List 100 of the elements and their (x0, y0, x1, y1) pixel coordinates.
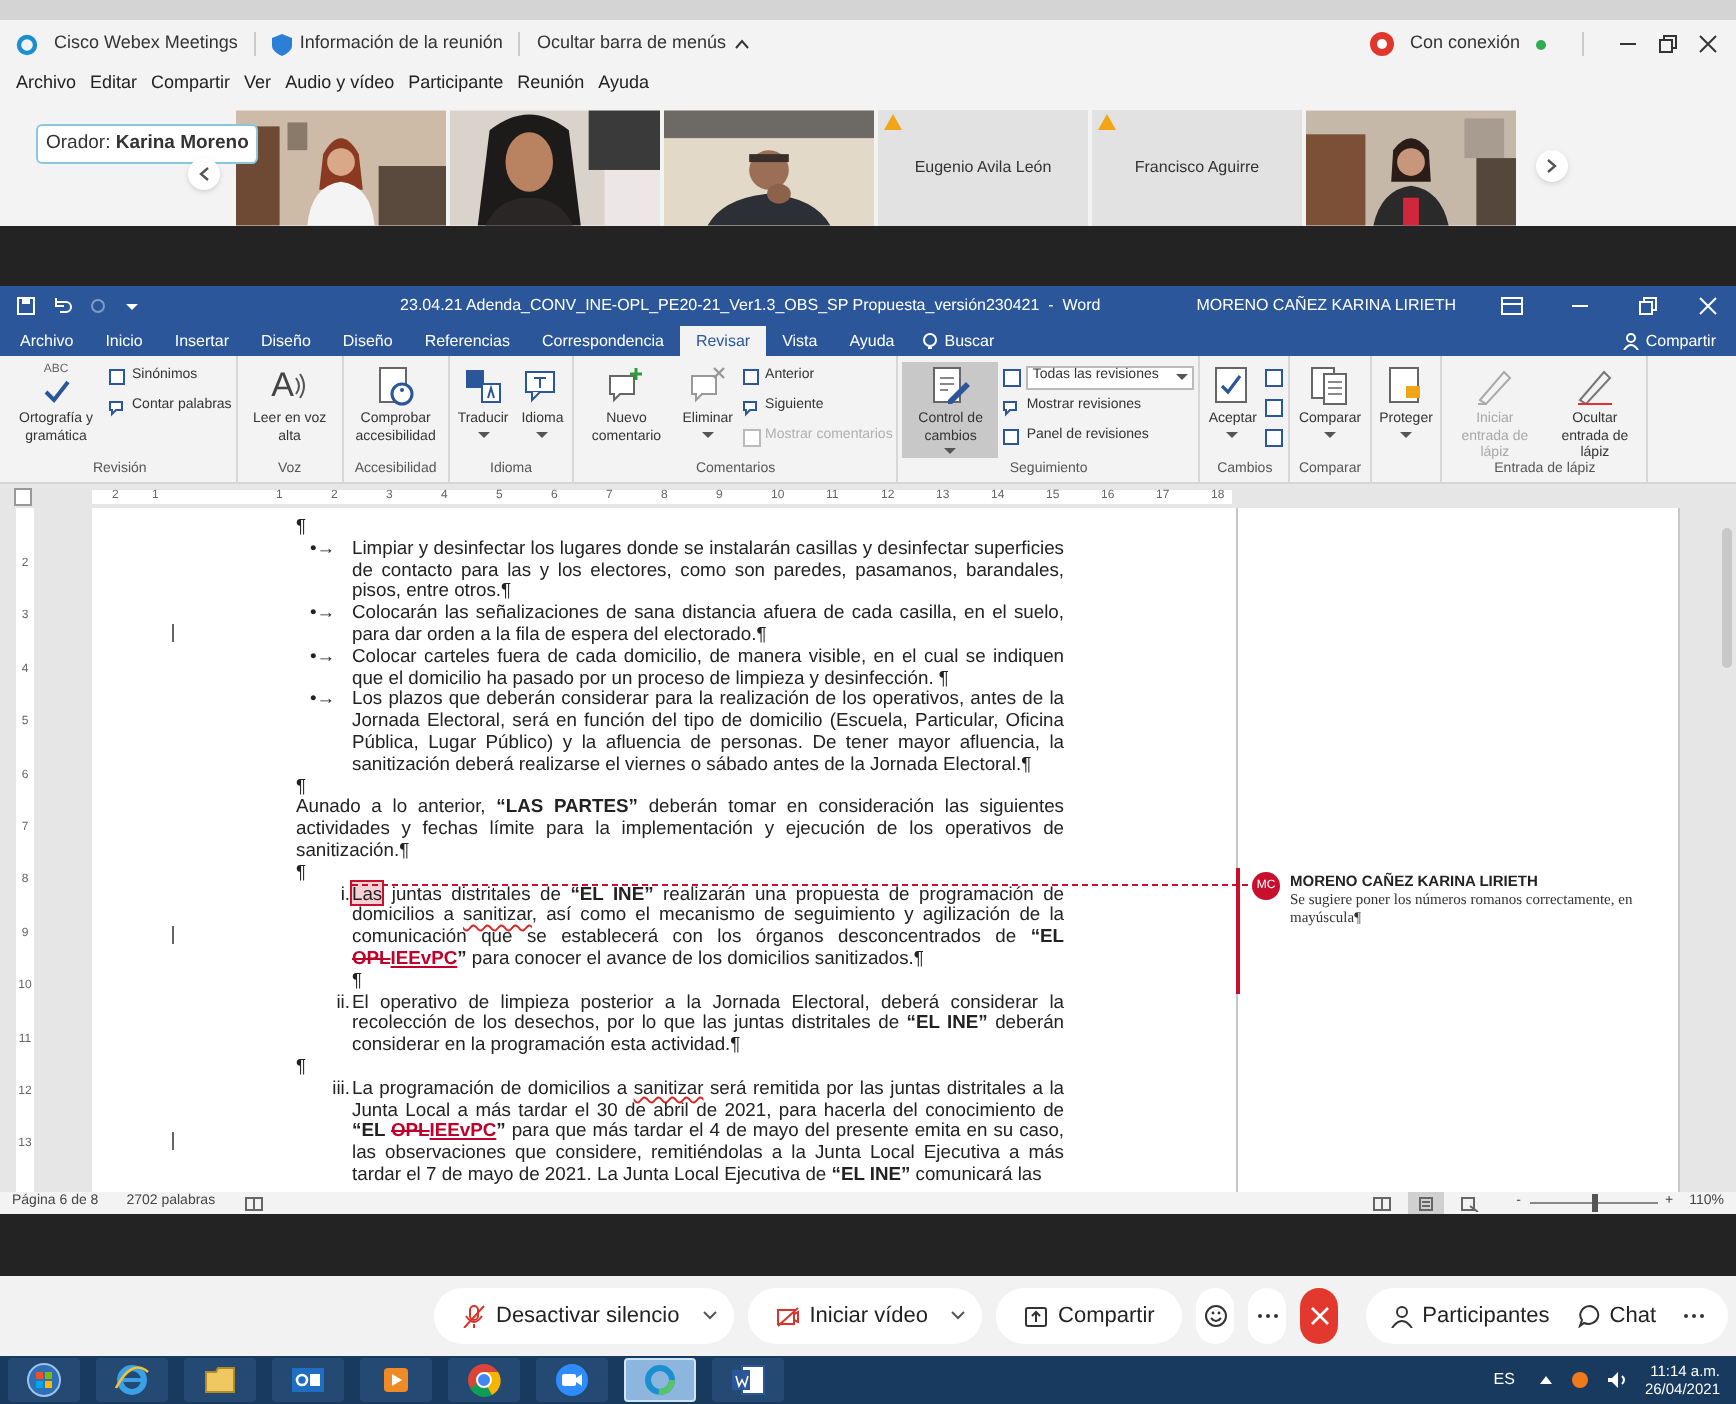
document-app-icon (730, 1362, 766, 1398)
language-indicator[interactable]: ES (1493, 1368, 1515, 1392)
ribbon-tab[interactable]: Referencias (408, 326, 526, 356)
ribbon-tab[interactable]: Vista (766, 326, 834, 356)
connection-status: Con conexión (1409, 30, 1520, 57)
taskbar-button[interactable] (96, 1358, 168, 1402)
undo-icon[interactable] (52, 296, 72, 316)
warning-icon (1098, 114, 1116, 130)
volume-icon[interactable] (1606, 1370, 1629, 1390)
chat-button[interactable]: Chat (1565, 1294, 1669, 1338)
ribbon-tab[interactable]: Ayuda (833, 326, 911, 356)
ribbon-display-icon[interactable] (1500, 296, 1524, 316)
chevron-right-icon (1546, 158, 1558, 174)
caret-icon (1176, 373, 1189, 381)
ribbon-tab[interactable]: Diseño (326, 326, 409, 356)
start-video-button[interactable]: Iniciar vídeo (747, 1288, 983, 1344)
share-button[interactable]: Compartir (1605, 326, 1732, 356)
ribbon-tab[interactable]: Archivo (4, 326, 90, 356)
meeting-info-button[interactable]: Información de la reunión (271, 30, 503, 58)
square-icon (741, 367, 762, 387)
play-icon (378, 1362, 414, 1398)
save-icon[interactable] (16, 296, 36, 316)
menu-item[interactable]: Ver (244, 70, 272, 98)
browser-icon (114, 1362, 150, 1398)
icon-label: A (271, 366, 294, 406)
bullet-mark: •→ (308, 688, 338, 713)
unmute-button[interactable]: Desactivar silencio (434, 1288, 734, 1344)
comment-delete-icon (685, 364, 730, 408)
menu-item[interactable]: Archivo (16, 70, 77, 98)
status-dot (1536, 39, 1546, 49)
ribbon-tab[interactable]: Insertar (158, 326, 245, 356)
ribbon-tab[interactable]: Revisar (679, 326, 767, 356)
close-icon (1309, 1306, 1330, 1326)
reactions-button[interactable] (1196, 1288, 1235, 1344)
share-button[interactable]: Compartir (996, 1288, 1183, 1344)
menu-item[interactable]: Ayuda (598, 70, 650, 98)
square-icon (741, 427, 762, 447)
bullet-mark: •→ (308, 602, 338, 627)
restore-icon[interactable] (1636, 296, 1660, 316)
start-button[interactable] (8, 1358, 80, 1402)
markup-icon (1002, 367, 1023, 387)
caret-icon[interactable] (124, 298, 140, 314)
book-icon[interactable] (243, 1195, 264, 1211)
web-layout-icon (1460, 1195, 1481, 1211)
taskbar-button[interactable] (360, 1358, 432, 1402)
start-orb-icon (26, 1362, 62, 1398)
taskbar-button[interactable] (536, 1358, 608, 1402)
menu-item[interactable]: Audio y vídeo (285, 70, 395, 98)
zoom-thumb[interactable] (1592, 1194, 1599, 1212)
caret-icon (733, 38, 750, 50)
list-item-text: Colocarán las señalizaciones de sana distancia afuera de cada casilla, en el suelo, para dar orden a la fila de espera del electorado.¶ (352, 602, 1064, 646)
accessibility-icon (373, 364, 418, 408)
record-icon (1369, 32, 1394, 56)
menu-item[interactable]: Participante (408, 70, 504, 98)
menu-item[interactable]: Reunión (517, 70, 585, 98)
tray-icon[interactable] (1570, 1370, 1591, 1390)
taskbar-button[interactable] (448, 1358, 520, 1402)
menu-item[interactable]: Compartir (151, 70, 231, 98)
ribbon-tab[interactable]: Inicio (89, 326, 159, 356)
document-pencil-icon (928, 364, 973, 408)
document-icon (1264, 367, 1285, 387)
app-icon (642, 1362, 678, 1398)
list-item-text: Colocar carteles fuera de cada domicilio, de manera visible, en el cual se indiquen que el domicilio ha pasado por un proceso de limpieza y desinfección. ¶ (352, 645, 1064, 689)
ribbon-tab[interactable]: Diseño (245, 326, 327, 356)
previous-button[interactable] (188, 158, 220, 191)
paragraph-mark: ¶ (296, 861, 309, 884)
hide-menu-button[interactable]: Ocultar barra de menús (536, 30, 750, 58)
check-icon (42, 378, 70, 404)
warning-icon (884, 114, 902, 130)
taskbar-button[interactable] (272, 1358, 344, 1402)
icon-button[interactable] (1264, 364, 1285, 390)
end-meeting-button[interactable] (1300, 1288, 1339, 1344)
scrollbar-thumb[interactable] (1722, 528, 1732, 668)
caret-icon (536, 431, 549, 439)
chevron-down-icon (950, 1310, 967, 1322)
user-name: MORENO CAÑEZ KARINA LIRIETH (1196, 294, 1456, 318)
list-number: i. (338, 883, 352, 908)
menu-item[interactable]: Editar (90, 70, 138, 98)
taskbar-button[interactable] (184, 1358, 256, 1402)
camera-off-icon (775, 1304, 800, 1328)
speaker-label: Orador: Karina Moreno (36, 124, 259, 165)
caret-up-icon[interactable] (1538, 1374, 1555, 1386)
icon-button[interactable] (1264, 394, 1285, 420)
close-icon[interactable] (1696, 32, 1720, 56)
square-icon (1002, 427, 1023, 447)
bullet-mark: •→ (308, 537, 338, 562)
app-logo-icon (16, 33, 38, 55)
view-button[interactable] (1408, 1192, 1445, 1214)
tab-selector[interactable] (14, 487, 32, 505)
ribbon-tab[interactable]: Correspondencia (526, 326, 680, 356)
taskbar-button[interactable] (712, 1358, 784, 1402)
icon-button[interactable] (1264, 424, 1285, 450)
read-mode-icon (1372, 1195, 1393, 1211)
caret-icon (1400, 431, 1412, 439)
document-title: 23.04.21 Adenda_CONV_INE-OPL_PE20-21_Ver1.3_OBS_SP Propuesta_versión230421 - Word (400, 294, 1101, 318)
caret-icon (701, 431, 714, 439)
participants-button[interactable]: Participantes (1378, 1294, 1562, 1338)
search-button[interactable]: Buscar (910, 326, 1007, 356)
next-button[interactable] (1536, 150, 1568, 182)
restore-icon[interactable] (1656, 32, 1680, 56)
